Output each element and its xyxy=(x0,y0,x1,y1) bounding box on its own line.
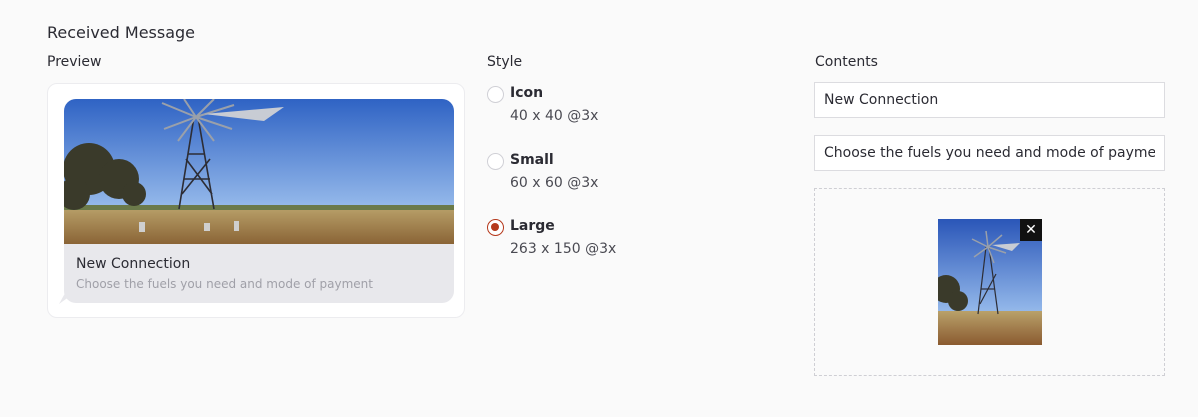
preview-label: Preview xyxy=(47,54,102,70)
option-size: 60 x 60 @3x xyxy=(510,175,599,191)
message-title: New Connection xyxy=(76,256,191,272)
contents-label: Contents xyxy=(815,54,878,70)
style-label: Style xyxy=(487,54,523,70)
option-name: Small xyxy=(510,152,554,168)
subtitle-input[interactable] xyxy=(814,135,1165,171)
radio-icon[interactable] xyxy=(487,86,504,103)
radio-large[interactable] xyxy=(487,219,504,236)
image-drop-zone[interactable]: ✕ xyxy=(814,188,1165,376)
preview-image xyxy=(64,99,454,244)
close-icon[interactable]: ✕ xyxy=(1020,219,1042,241)
message-bubble: New Connection Choose the fuels you need… xyxy=(64,99,454,303)
section-title: Received Message xyxy=(47,23,196,42)
option-name: Icon xyxy=(510,85,544,101)
option-name: Large xyxy=(510,218,555,234)
radio-small[interactable] xyxy=(487,153,504,170)
preview-card: New Connection Choose the fuels you need… xyxy=(47,83,465,318)
option-size: 40 x 40 @3x xyxy=(510,108,599,124)
message-subtitle: Choose the fuels you need and mode of pa… xyxy=(76,277,373,291)
option-size: 263 x 150 @3x xyxy=(510,241,617,257)
title-input[interactable] xyxy=(814,82,1165,118)
